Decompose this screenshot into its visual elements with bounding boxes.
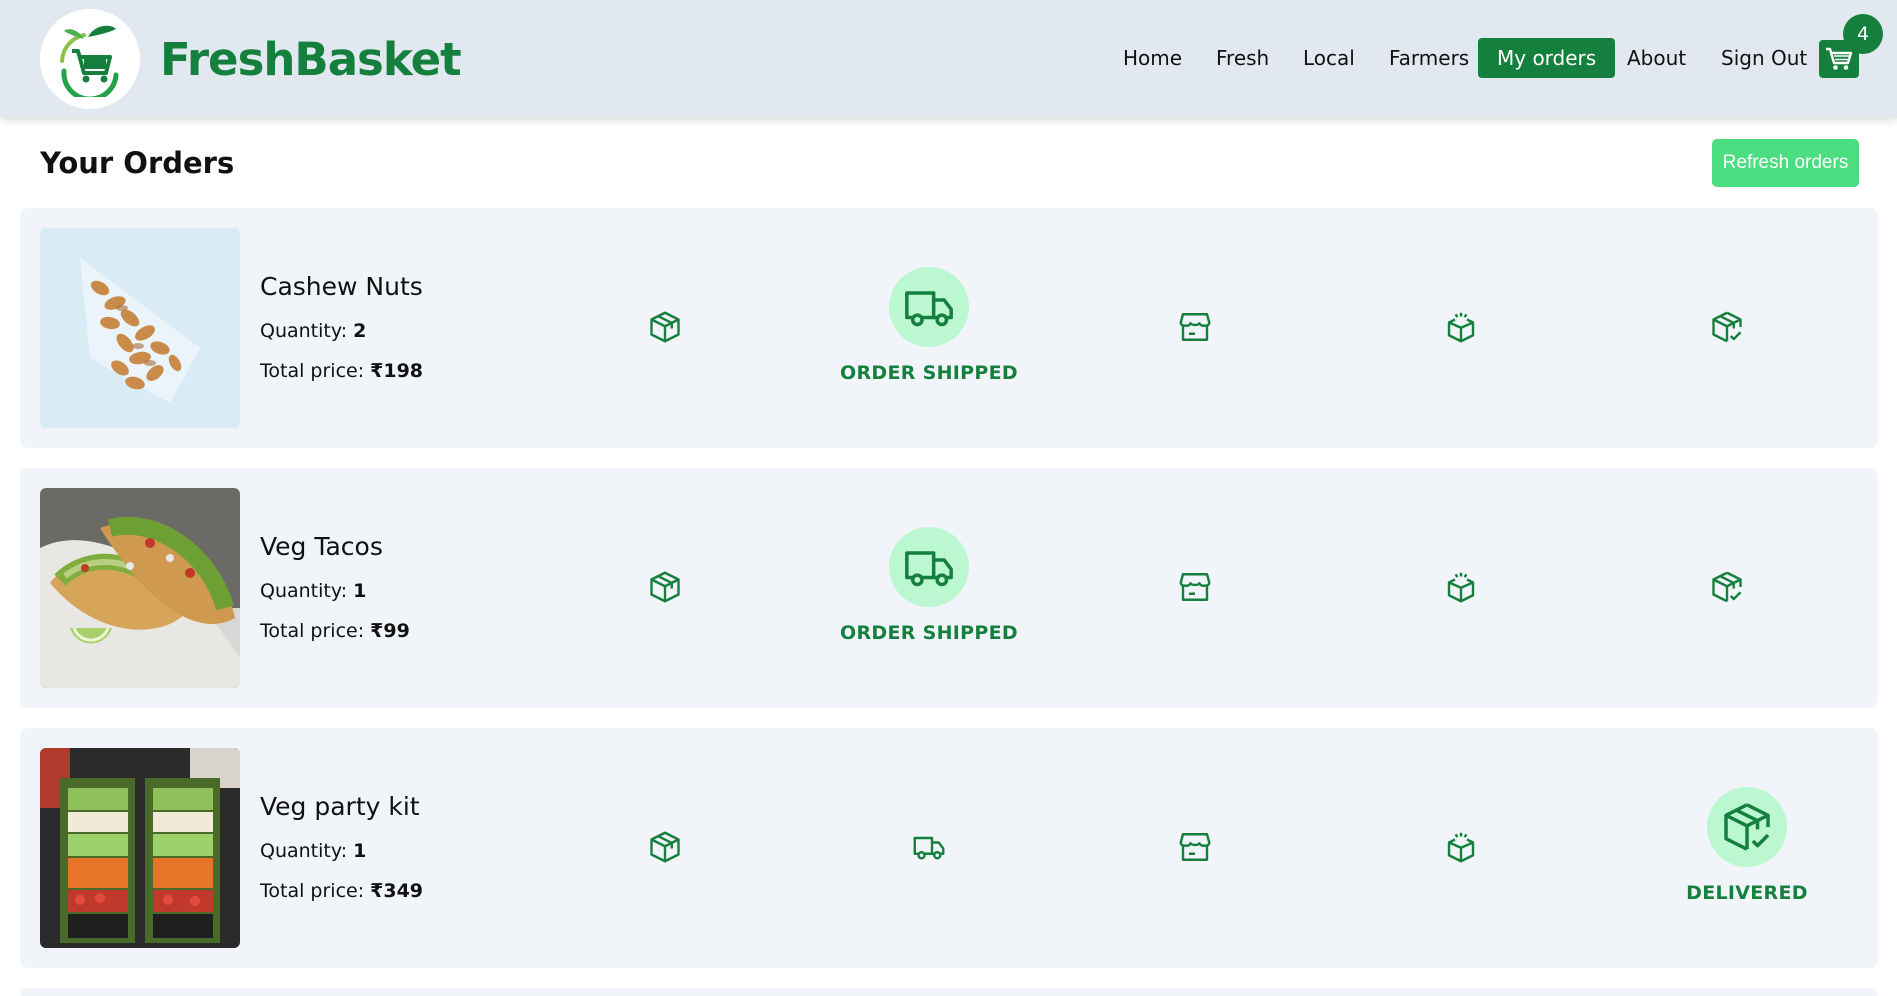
page-title: Your Orders <box>40 146 235 180</box>
package-icon <box>650 571 680 603</box>
nav-local[interactable]: Local <box>1303 38 1355 78</box>
active-step-indicator <box>889 527 969 607</box>
order-price-value: ₹99 <box>370 620 410 642</box>
brand-name[interactable]: FreshBasket <box>160 34 462 86</box>
nav-farmers[interactable]: Farmers <box>1389 38 1469 78</box>
nav-my-orders[interactable]: My orders <box>1478 38 1616 78</box>
box-open-icon <box>1447 832 1475 863</box>
store-icon <box>1179 313 1211 341</box>
box-check-icon <box>1712 311 1742 343</box>
order-quantity-value: 1 <box>353 840 367 862</box>
package-icon <box>650 831 680 863</box>
step-delivered <box>1627 208 1827 448</box>
order-quantity-value: 1 <box>353 580 367 602</box>
order-total-price: Total price: ₹198 <box>260 360 424 382</box>
box-check-icon <box>1712 571 1742 603</box>
order-card: Veg party kit Quantity: 1 Total price: ₹… <box>20 728 1878 968</box>
nav-sign-out[interactable]: Sign Out <box>1721 38 1807 78</box>
box-open-icon <box>1447 572 1475 603</box>
order-total-price: Total price: ₹349 <box>260 880 424 902</box>
truck-icon <box>913 836 945 860</box>
box-open-icon <box>1447 312 1475 343</box>
step-placed <box>565 208 765 448</box>
next-order-card-edge <box>20 988 1878 996</box>
cashew-nuts-image <box>40 228 240 428</box>
order-quantity: Quantity: 1 <box>260 840 367 862</box>
step-placed <box>565 468 765 708</box>
order-name: Cashew Nuts <box>260 272 423 301</box>
step-out-for-delivery <box>1361 468 1561 708</box>
order-card: Cashew Nuts Quantity: 2 Total price: ₹19… <box>20 208 1878 448</box>
order-card: Veg Tacos Quantity: 1 Total price: ₹99 O… <box>20 468 1878 708</box>
site-header: FreshBasket Home Fresh Local Farmers My … <box>0 0 1897 118</box>
order-name: Veg party kit <box>260 792 420 821</box>
step-out-for-delivery <box>1361 728 1561 968</box>
veg-party-kit-image <box>40 748 240 948</box>
order-status-label: ORDER SHIPPED <box>840 362 1018 384</box>
nav-home[interactable]: Home <box>1123 38 1182 78</box>
order-quantity: Quantity: 1 <box>260 580 367 602</box>
truck-icon <box>905 551 953 587</box>
logo[interactable] <box>40 9 140 109</box>
step-shipped: ORDER SHIPPED <box>829 468 1029 708</box>
nav-fresh[interactable]: Fresh <box>1216 38 1269 78</box>
veg-tacos-image <box>40 488 240 688</box>
step-placed <box>565 728 765 968</box>
step-shipped: ORDER SHIPPED <box>829 208 1029 448</box>
cart-count-badge: 4 <box>1843 14 1883 54</box>
step-hub <box>1095 468 1295 708</box>
store-icon <box>1179 573 1211 601</box>
order-status-label: ORDER SHIPPED <box>840 622 1018 644</box>
nav-about[interactable]: About <box>1627 38 1686 78</box>
order-quantity: Quantity: 2 <box>260 320 367 342</box>
step-out-for-delivery <box>1361 208 1561 448</box>
order-total-price: Total price: ₹99 <box>260 620 410 642</box>
order-name: Veg Tacos <box>260 532 383 561</box>
order-status-label: DELIVERED <box>1686 882 1808 904</box>
order-quantity-value: 2 <box>353 320 367 342</box>
refresh-orders-button[interactable]: Refresh orders <box>1712 139 1859 187</box>
active-step-indicator <box>1707 787 1787 867</box>
order-price-value: ₹198 <box>370 360 424 382</box>
order-price-value: ₹349 <box>370 880 424 902</box>
package-icon <box>650 311 680 343</box>
step-delivered <box>1627 468 1827 708</box>
step-hub <box>1095 728 1295 968</box>
truck-icon <box>905 291 953 327</box>
store-icon <box>1179 833 1211 861</box>
step-hub <box>1095 208 1295 448</box>
box-check-icon <box>1724 803 1770 851</box>
step-delivered: DELIVERED <box>1647 728 1847 968</box>
step-shipped <box>829 728 1029 968</box>
active-step-indicator <box>889 267 969 347</box>
cart-icon <box>1826 47 1853 70</box>
basket-logo-icon <box>60 25 119 97</box>
